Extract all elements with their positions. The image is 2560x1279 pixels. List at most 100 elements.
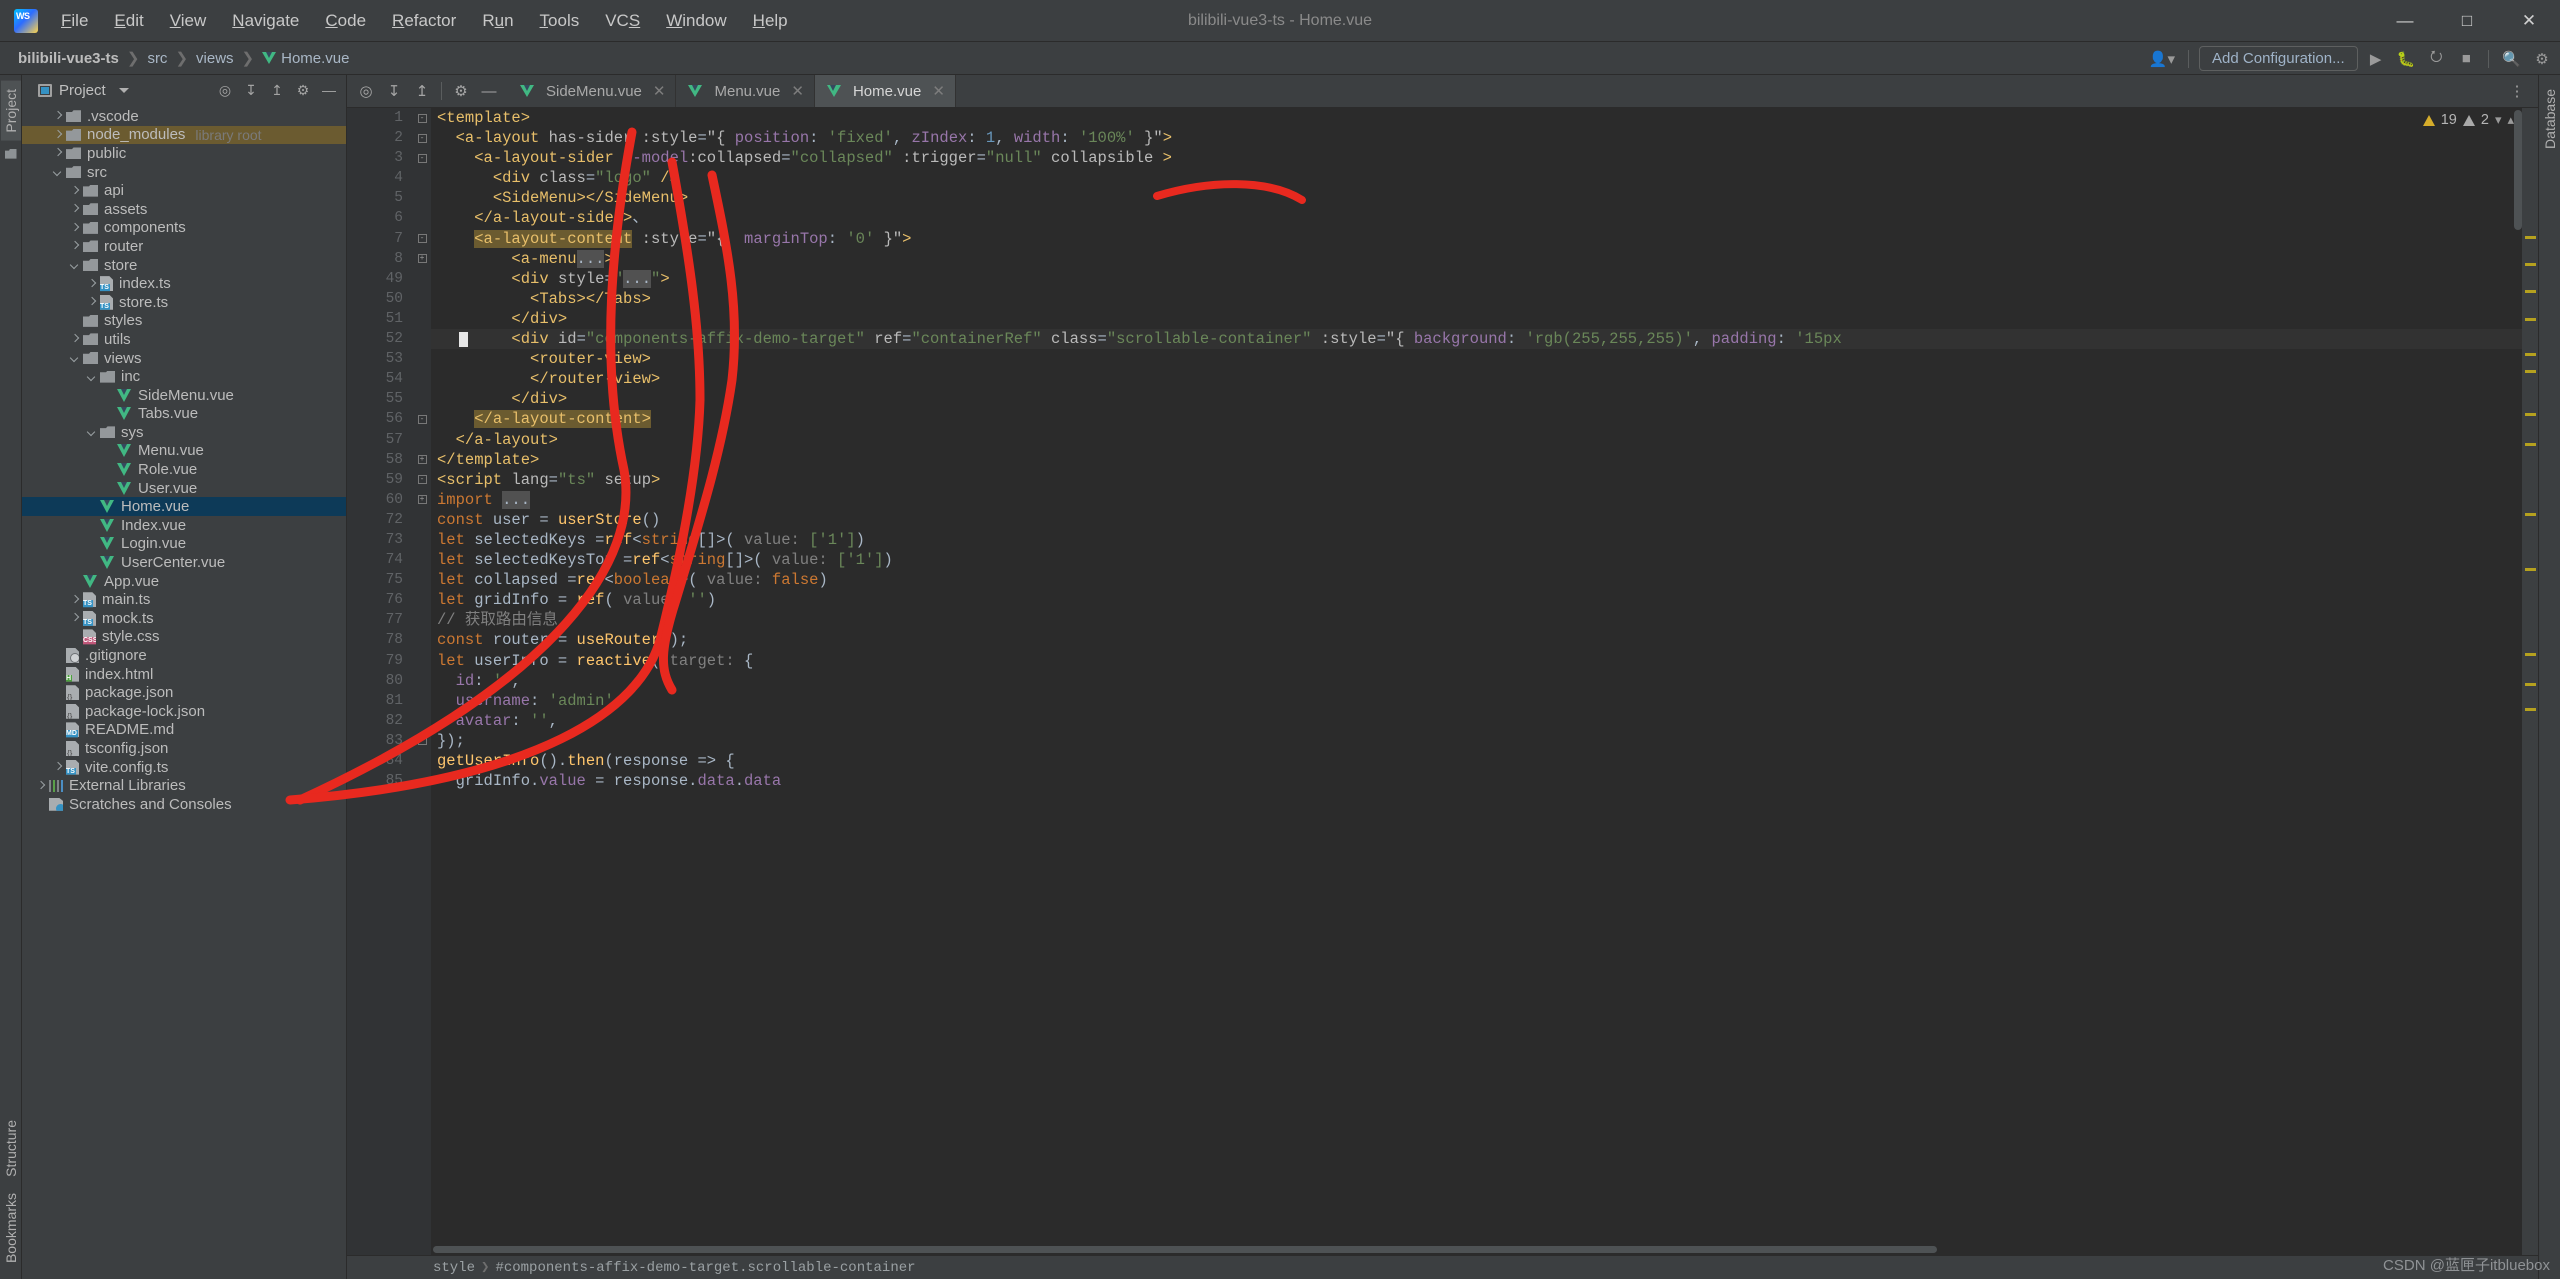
tree-item-api[interactable]: api bbox=[22, 181, 346, 200]
tree-item-app-vue[interactable]: App.vue bbox=[22, 572, 346, 591]
error-stripe-marker[interactable] bbox=[2525, 708, 2536, 711]
fold-toggle-icon[interactable]: - bbox=[413, 148, 431, 168]
hide-icon[interactable]: — bbox=[476, 78, 502, 104]
breadcrumb-item-project[interactable]: bilibili-vue3-ts bbox=[14, 49, 123, 68]
chevron-right-icon[interactable] bbox=[68, 333, 81, 346]
code-line[interactable]: <a-menu...> bbox=[431, 249, 2522, 269]
code-line[interactable]: <script lang="ts" setup> bbox=[431, 470, 2522, 490]
close-icon[interactable]: ✕ bbox=[653, 82, 666, 100]
editor-tab-sidemenu[interactable]: SideMenu.vue ✕ bbox=[508, 75, 676, 107]
chevron-right-icon[interactable] bbox=[68, 593, 81, 606]
code-line[interactable]: </a-layout-content> bbox=[431, 409, 2522, 429]
tree-item-home-vue[interactable]: Home.vue bbox=[22, 497, 346, 516]
code-line[interactable]: <SideMenu></SideMenu> bbox=[431, 188, 2522, 208]
chevron-right-icon[interactable] bbox=[51, 128, 64, 141]
fold-toggle-icon[interactable]: + bbox=[413, 490, 431, 510]
code-line[interactable]: </a-layout-sider>、 bbox=[431, 208, 2522, 228]
menu-code[interactable]: Code bbox=[312, 7, 379, 35]
menu-run[interactable]: Run bbox=[469, 7, 526, 35]
tree-item-mock-ts[interactable]: TSmock.ts bbox=[22, 609, 346, 628]
code-line[interactable]: let selectedKeys =ref<string[]>( value: … bbox=[431, 530, 2522, 550]
fold-toggle-icon[interactable]: - bbox=[413, 470, 431, 490]
chevron-down-icon[interactable] bbox=[68, 352, 81, 365]
code-line[interactable]: id: '', bbox=[431, 671, 2522, 691]
chevron-right-icon[interactable] bbox=[85, 296, 98, 309]
chevron-right-icon[interactable] bbox=[85, 277, 98, 290]
code-line[interactable]: import ... bbox=[431, 490, 2522, 510]
collapse-all-icon[interactable]: ↥ bbox=[266, 79, 288, 101]
error-stripe-marker[interactable] bbox=[2525, 318, 2536, 321]
code-line[interactable]: let gridInfo = ref( value: '') bbox=[431, 590, 2522, 610]
tree-item-index-ts[interactable]: TSindex.ts bbox=[22, 274, 346, 293]
settings-gear-icon[interactable]: ⚙ bbox=[2530, 47, 2554, 71]
fold-toggle-icon[interactable]: - bbox=[413, 731, 431, 751]
breadcrumb[interactable]: bilibili-vue3-ts ❯ src ❯ views ❯ Home.vu… bbox=[0, 49, 353, 68]
fold-toggle-icon[interactable]: - bbox=[413, 108, 431, 128]
expand-all-icon[interactable]: ↧ bbox=[381, 78, 407, 104]
code-line[interactable]: <a-layout has-sider :style="{ position: … bbox=[431, 128, 2522, 148]
fold-toggle-icon[interactable]: - bbox=[413, 229, 431, 249]
editor-breadcrumb-item-style[interactable]: style bbox=[433, 1260, 475, 1276]
horizontal-scrollbar-thumb[interactable] bbox=[433, 1246, 1937, 1253]
code-line[interactable]: </template> bbox=[431, 450, 2522, 470]
tree-item-src[interactable]: src bbox=[22, 163, 346, 182]
error-stripe-marker[interactable] bbox=[2525, 236, 2536, 239]
error-stripe-marker[interactable] bbox=[2525, 683, 2536, 686]
tree-item-store[interactable]: store bbox=[22, 256, 346, 275]
tree-item-public[interactable]: public bbox=[22, 144, 346, 163]
tree-item-views[interactable]: views bbox=[22, 349, 346, 368]
code-line[interactable]: <div class="logo" /> bbox=[431, 168, 2522, 188]
menu-window[interactable]: Window bbox=[653, 7, 739, 35]
chevron-right-icon[interactable] bbox=[51, 761, 64, 774]
locate-icon[interactable]: ◎ bbox=[353, 78, 379, 104]
tree-item-vite-config-ts[interactable]: TSvite.config.ts bbox=[22, 758, 346, 777]
tree-item-components[interactable]: components bbox=[22, 219, 346, 238]
code-editor[interactable]: 1234567849505152535455565758596072737475… bbox=[347, 108, 2538, 1255]
menu-bar[interactable]: File Edit View Navigate Code Refactor Ru… bbox=[48, 7, 801, 35]
chevron-up-icon[interactable]: ▴ bbox=[2507, 112, 2514, 128]
code-content[interactable]: <template> <a-layout has-sider :style="{… bbox=[431, 108, 2522, 1255]
run-icon[interactable]: ▶ bbox=[2364, 47, 2388, 71]
editor-tab-menu[interactable]: Menu.vue ✕ bbox=[676, 75, 814, 107]
tree-item-external-libraries[interactable]: External Libraries bbox=[22, 776, 346, 795]
settings-gear-icon[interactable]: ⚙ bbox=[292, 79, 314, 101]
menu-vcs[interactable]: VCS bbox=[592, 7, 653, 35]
tree-item-utils[interactable]: utils bbox=[22, 330, 346, 349]
code-line[interactable]: getUserInfo().then(response => { bbox=[431, 751, 2522, 771]
chevron-right-icon[interactable] bbox=[68, 203, 81, 216]
search-icon[interactable]: 🔍 bbox=[2499, 47, 2524, 71]
inspection-widget[interactable]: 19 2 ▾ ▴ bbox=[2423, 112, 2514, 128]
code-line[interactable]: </router-view> bbox=[431, 369, 2522, 389]
tree-item-index-html[interactable]: Hindex.html bbox=[22, 665, 346, 684]
code-line[interactable]: <a-layout-content :style="{ marginTop: '… bbox=[431, 229, 2522, 249]
editor-tab-home[interactable]: Home.vue ✕ bbox=[815, 75, 956, 107]
error-stripe-marker[interactable] bbox=[2525, 513, 2536, 516]
chevron-down-icon[interactable] bbox=[51, 166, 64, 179]
chevron-right-icon[interactable] bbox=[68, 184, 81, 197]
vertical-scrollbar-thumb[interactable] bbox=[2514, 110, 2522, 230]
tree-item-user-vue[interactable]: User.vue bbox=[22, 479, 346, 498]
fold-toggle-icon[interactable]: + bbox=[413, 450, 431, 470]
tree-item-package-json[interactable]: package.json bbox=[22, 683, 346, 702]
tree-item-usercenter-vue[interactable]: UserCenter.vue bbox=[22, 553, 346, 572]
menu-refactor[interactable]: Refactor bbox=[379, 7, 469, 35]
menu-help[interactable]: Help bbox=[740, 7, 801, 35]
project-panel-title[interactable]: Project bbox=[38, 82, 129, 99]
close-icon[interactable]: ✕ bbox=[932, 82, 945, 100]
tree-item-assets[interactable]: assets bbox=[22, 200, 346, 219]
code-line[interactable]: <div style="..."> bbox=[431, 269, 2522, 289]
menu-view[interactable]: View bbox=[157, 7, 220, 35]
tree-item-sidemenu-vue[interactable]: SideMenu.vue bbox=[22, 386, 346, 405]
menu-file[interactable]: File bbox=[48, 7, 101, 35]
tool-tab-structure[interactable]: Structure bbox=[1, 1112, 21, 1185]
error-stripe-marker[interactable] bbox=[2525, 370, 2536, 373]
add-configuration-button[interactable]: Add Configuration... bbox=[2199, 46, 2358, 71]
menu-edit[interactable]: Edit bbox=[101, 7, 156, 35]
menu-navigate[interactable]: Navigate bbox=[219, 7, 312, 35]
tree-item-sys[interactable]: sys bbox=[22, 423, 346, 442]
error-stripe-marker[interactable] bbox=[2525, 413, 2536, 416]
error-stripe-marker-bar[interactable] bbox=[2522, 108, 2538, 1255]
error-stripe-marker[interactable] bbox=[2525, 353, 2536, 356]
chevron-right-icon[interactable] bbox=[51, 147, 64, 160]
stop-icon[interactable]: ■ bbox=[2454, 47, 2478, 71]
